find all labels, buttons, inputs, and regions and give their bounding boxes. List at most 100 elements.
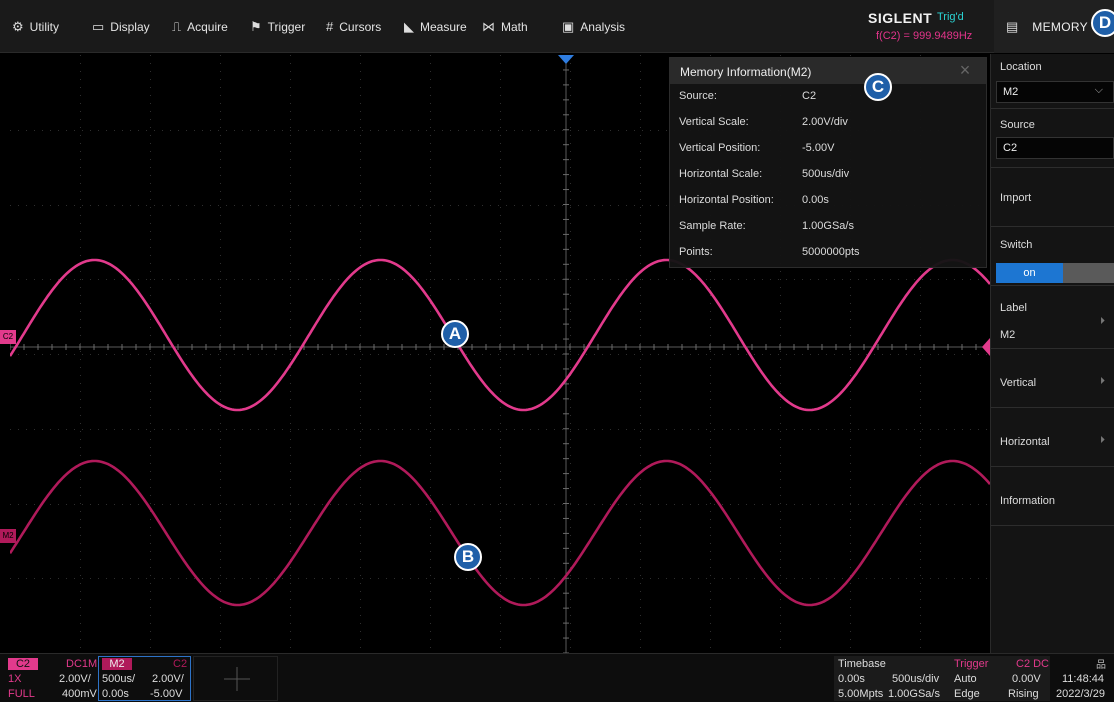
trigger-slope: Rising [1008, 688, 1039, 700]
source-select[interactable]: C2 [996, 137, 1114, 159]
info-row-sample-rate: Sample Rate: 1.00GSa/s [670, 214, 986, 240]
timebase-points: 5.00Mpts [838, 688, 884, 700]
frequency-readout: f(C2) = 999.9489Hz [876, 30, 973, 42]
callout-c: C [864, 73, 892, 101]
m2-vpos: -5.00V [150, 688, 183, 700]
menu-analysis-label: Analysis [580, 19, 625, 34]
source-label: Source [1000, 119, 1035, 131]
location-value: M2 [1003, 86, 1019, 98]
m2-hscale: 500us/ [102, 673, 136, 685]
trigger-label: Trigger [954, 658, 989, 670]
location-select[interactable]: M2 ⌵ [996, 81, 1114, 103]
info-key: Horizontal Scale: [679, 168, 763, 180]
submenu-arrow-icon: ⏵ [1100, 316, 1105, 327]
add-channel-button[interactable] [193, 656, 278, 701]
info-key: Vertical Scale: [679, 116, 749, 128]
location-label: Location [1000, 61, 1042, 73]
c2-probe-ratio: 1X [8, 673, 22, 685]
info-value: 5000000pts [802, 246, 860, 258]
menu-acquire[interactable]: ⎍ Acquire [172, 0, 228, 53]
horizontal-button[interactable]: Horizontal ⏵ [991, 408, 1114, 467]
info-key: Sample Rate: [679, 220, 746, 232]
label-value: M2 [1000, 329, 1016, 341]
m2-source: C2 [173, 658, 188, 670]
memory-icon: ▤ [1006, 18, 1019, 34]
monitor-icon: ▭ [92, 18, 105, 34]
c2-name: C2 [8, 658, 38, 670]
memory-info-title: Memory Information(M2) [680, 65, 812, 79]
chevron-down-icon: ⌵ [1094, 84, 1103, 96]
source-section: Source C2 [991, 109, 1114, 168]
vertical-button[interactable]: Vertical ⏵ [991, 349, 1114, 408]
c2-channel-marker[interactable]: C2 [0, 330, 16, 344]
network-icon: 品 [1096, 660, 1106, 671]
import-button[interactable]: Import [991, 168, 1114, 227]
flag-icon: ⚑ [250, 18, 262, 34]
menu-cursors[interactable]: # Cursors [326, 0, 381, 53]
m2-channel-marker[interactable]: M2 [0, 529, 16, 543]
info-value: -5.00V [802, 142, 835, 154]
menu-math[interactable]: ⋈ Math [482, 0, 528, 53]
brand-logo: SIGLENT [868, 10, 933, 26]
c2-marker-label: C2 [2, 332, 14, 341]
c2-offset: 400mV [62, 688, 97, 700]
info-value: 0.00s [802, 194, 829, 206]
info-row-source: Source: C2 [670, 84, 986, 110]
c2-coupling: DC1M [66, 658, 98, 670]
menu-display-label: Display [110, 19, 150, 34]
information-button[interactable]: Information [991, 467, 1114, 526]
acquire-icon: ⎍ [172, 18, 182, 34]
m2-vscale: 2.00V/ [152, 673, 184, 685]
m2-memory-info[interactable]: M2 C2 500us/ 2.00V/ 0.00s -5.00V [98, 656, 191, 701]
m2-hpos: 0.00s [102, 688, 129, 700]
info-value: 1.00GSa/s [802, 220, 854, 232]
m2-name: M2 [102, 658, 132, 670]
information-label: Information [1000, 495, 1056, 507]
source-value: C2 [1003, 142, 1018, 154]
menu-display[interactable]: ▭ Display [92, 0, 150, 53]
trigger-info[interactable]: Trigger C2 DC Auto 0.00V Edge Rising [950, 656, 1050, 701]
label-section[interactable]: Label M2 ⏵ [991, 286, 1114, 349]
c2-channel-info[interactable]: C2 DC1M 1X 2.00V/ FULL 400mV [4, 656, 98, 701]
bottom-status-bar: C2 DC1M 1X 2.00V/ FULL 400mV M2 C2 500us… [0, 653, 1114, 702]
menu-measure[interactable]: ◣ Measure [404, 0, 467, 53]
info-row-horizontal-scale: Horizontal Scale: 500us/div [670, 162, 986, 188]
submenu-arrow-icon: ⏵ [1100, 376, 1105, 387]
callout-a: A [441, 320, 469, 348]
vertical-label: Vertical [1000, 377, 1037, 389]
info-value: 2.00V/div [802, 116, 848, 128]
info-key: Vertical Position: [679, 142, 761, 154]
menu-utility[interactable]: ⚙ Utility [12, 0, 59, 53]
clock: 品 11:48:44 2022/3/29 [1050, 656, 1114, 701]
clock-time: 11:48:44 [1062, 673, 1105, 685]
menu-utility-label: Utility [29, 19, 59, 34]
timebase-info[interactable]: Timebase 0.00s 500us/div 5.00Mpts 1.00GS… [834, 656, 950, 701]
callout-d: D [1091, 9, 1114, 37]
top-menubar: ⚙ Utility ▭ Display ⎍ Acquire ⚑ Trigger … [0, 0, 1114, 53]
info-value: 500us/div [802, 168, 850, 180]
memory-information-dialog: Memory Information(M2) × Source: C2 Vert… [669, 57, 987, 268]
info-key: Source: [679, 90, 717, 102]
switch-label: Switch [1000, 239, 1033, 251]
timebase-label: Timebase [838, 658, 886, 670]
submenu-arrow-icon: ⏵ [1100, 435, 1105, 446]
menu-trigger[interactable]: ⚑ Trigger [250, 0, 305, 53]
timebase-rate: 1.00GSa/s [888, 688, 940, 700]
switch-on-state: on [996, 263, 1063, 283]
cursors-icon: # [326, 19, 334, 34]
menu-cursors-label: Cursors [339, 19, 382, 34]
info-key: Points: [679, 246, 713, 258]
close-icon[interactable]: × [953, 59, 977, 83]
switch-toggle[interactable]: on [996, 263, 1114, 283]
callout-b: B [454, 543, 482, 571]
plus-icon [224, 667, 250, 691]
info-key: Horizontal Position: [679, 194, 774, 206]
timebase-scale: 500us/div [892, 673, 940, 685]
menu-analysis[interactable]: ▣ Analysis [562, 0, 625, 53]
menu-trigger-label: Trigger [267, 19, 306, 34]
menu-math-label: Math [501, 19, 528, 34]
memory-menu-title: MEMORY [1032, 19, 1088, 34]
trigger-level: 0.00V [1012, 673, 1041, 685]
c2-scale: 2.00V/ [59, 673, 91, 685]
horizontal-label: Horizontal [1000, 436, 1050, 448]
